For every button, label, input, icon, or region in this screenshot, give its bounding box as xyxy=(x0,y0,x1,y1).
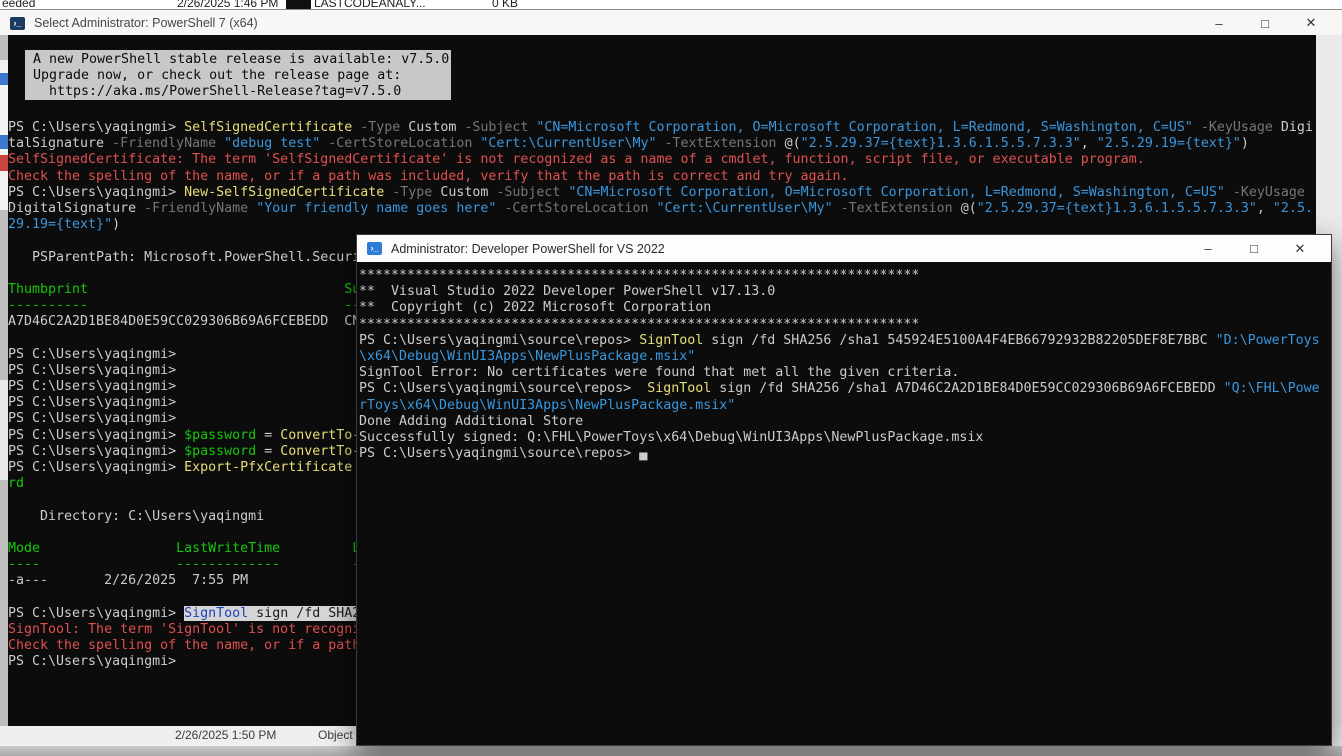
explorer-cell-size: 0 KB xyxy=(492,0,518,9)
update-notice: A new PowerShell stable release is avail… xyxy=(25,50,451,100)
terminal-line: PS C:\Users\yaqingmi\source\repos> SignT… xyxy=(359,333,1329,349)
terminal-line: PS C:\Users\yaqingmi> SelfSignedCertific… xyxy=(8,120,1316,136)
terminal-line: PS C:\Users\yaqingmi> New-SelfSignedCert… xyxy=(8,185,1316,201)
terminal-line: ****************************************… xyxy=(359,317,1329,333)
maximize-button[interactable]: □ xyxy=(1231,241,1277,256)
taskbar-edge xyxy=(0,746,1342,756)
minimize-button[interactable]: – xyxy=(1196,16,1242,31)
sliver-fragment xyxy=(0,155,8,171)
vs-terminal-output[interactable]: ****************************************… xyxy=(359,268,1329,462)
update-notice-line: https://aka.ms/PowerShell-Release?tag=v7… xyxy=(33,84,451,100)
vs-titlebar[interactable]: ›_ Administrator: Developer PowerShell f… xyxy=(357,235,1331,262)
terminal-line: Check the spelling of the name, or if a … xyxy=(8,169,1316,185)
terminal-line: talSignature -FriendlyName "debug test" … xyxy=(8,136,1316,152)
terminal-line: \x64\Debug\WinUI3Apps\NewPlusPackage.msi… xyxy=(359,349,1329,365)
explorer-cell-date: 2/26/2025 1:50 PM xyxy=(175,728,276,742)
terminal-line: PS C:\Users\yaqingmi\source\repos> ▄ xyxy=(359,446,1329,462)
explorer-cell-name: eeded xyxy=(2,0,35,9)
terminal-line: PS C:\Users\yaqingmi\source\repos> SignT… xyxy=(359,381,1329,397)
minimize-button[interactable]: – xyxy=(1185,241,1231,256)
close-button[interactable]: ✕ xyxy=(1288,15,1334,31)
close-button[interactable]: ✕ xyxy=(1277,241,1323,257)
ps7-window-title: Select Administrator: PowerShell 7 (x64) xyxy=(34,16,258,30)
terminal-line: SelfSignedCertificate: The term 'SelfSig… xyxy=(8,152,1316,168)
terminal-line: ****************************************… xyxy=(359,268,1329,284)
background-explorer-top-row: eeded 2/26/2025 1:46 PM LASTCODEANALY...… xyxy=(0,0,1342,9)
explorer-cell-type: Object xyxy=(318,728,353,742)
vs-window-title: Administrator: Developer PowerShell for … xyxy=(391,242,665,256)
background-window-fragment xyxy=(286,0,311,9)
vs-terminal-content[interactable]: ****************************************… xyxy=(357,262,1331,745)
explorer-cell-date: 2/26/2025 1:46 PM xyxy=(177,0,278,9)
powershell-icon: ›_ xyxy=(10,17,25,30)
update-notice-line: A new PowerShell stable release is avail… xyxy=(33,52,451,68)
sliver-fragment xyxy=(0,73,8,85)
terminal-line: SignTool Error: No certificates were fou… xyxy=(359,365,1329,381)
sliver-fragment xyxy=(0,135,8,149)
sliver-fragment xyxy=(0,380,8,480)
maximize-button[interactable]: □ xyxy=(1242,16,1288,31)
update-notice-line: Upgrade now, or check out the release pa… xyxy=(33,68,451,84)
vs-dev-powershell-window: ›_ Administrator: Developer PowerShell f… xyxy=(356,234,1332,746)
terminal-line: Successfully signed: Q:\FHL\PowerToys\x6… xyxy=(359,430,1329,446)
terminal-line: ** Copyright (c) 2022 Microsoft Corporat… xyxy=(359,300,1329,316)
terminal-line: DigitalSignature -FriendlyName "Your fri… xyxy=(8,201,1316,217)
terminal-line: ** Visual Studio 2022 Developer PowerShe… xyxy=(359,284,1329,300)
background-window-sliver xyxy=(0,35,8,726)
explorer-cell-filename: LASTCODEANALY... xyxy=(314,0,426,9)
terminal-line: rToys\x64\Debug\WinUI3Apps\NewPlusPackag… xyxy=(359,398,1329,414)
terminal-line: Done Adding Additional Store xyxy=(359,414,1329,430)
ps7-titlebar[interactable]: ›_ Select Administrator: PowerShell 7 (x… xyxy=(0,9,1342,36)
terminal-line: 29.19={text}") xyxy=(8,217,1316,233)
powershell-icon: ›_ xyxy=(367,242,382,255)
